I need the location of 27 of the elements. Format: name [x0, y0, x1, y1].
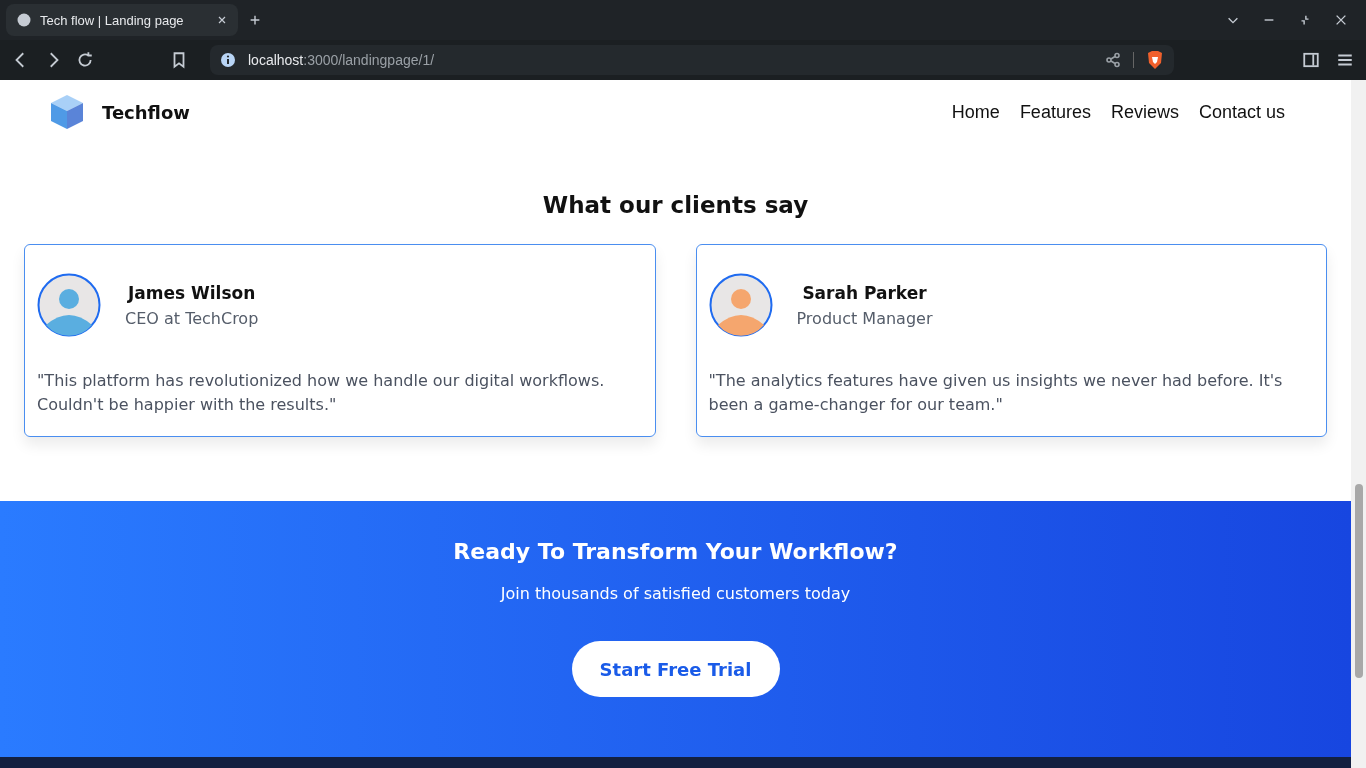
client-name: James Wilson: [127, 282, 256, 303]
section-heading: What our clients say: [541, 192, 810, 218]
cube-logo-icon: [48, 93, 86, 131]
client-role: CEO at TechCrop: [125, 308, 259, 328]
address-bar[interactable]: localhost:3000/landingpage/1/: [210, 45, 1174, 75]
testimonial-quote: "This platform has revolutionized how we handle our digital workflows. Couldn't be happier with the results.": [37, 370, 606, 416]
browser-tab[interactable]: Tech flow | Landing page: [6, 4, 238, 36]
cta-subtitle: Join thousands of satisfied customers today: [500, 584, 851, 603]
info-icon[interactable]: [220, 52, 236, 68]
new-tab-icon[interactable]: [248, 13, 262, 27]
testimonial-quote: "The analytics features have given us insights we never had before. It's been a game-changer for our team.": [708, 370, 1284, 416]
nav-link[interactable]: Contact us: [1198, 101, 1285, 123]
sidebar-icon[interactable]: [1302, 51, 1320, 69]
client-role: Product Manager: [796, 308, 933, 328]
reload-icon[interactable]: [76, 51, 94, 69]
nav-link[interactable]: Features: [1019, 101, 1091, 123]
lion-shield-icon[interactable]: [1146, 50, 1164, 70]
nav-link[interactable]: Home: [951, 101, 1000, 123]
close-icon[interactable]: [1334, 13, 1348, 27]
scrollbar[interactable]: [1351, 80, 1366, 768]
cta-heading: Ready To Transform Your Workflow?: [453, 539, 898, 564]
client-name: Sarah Parker: [802, 282, 927, 303]
close-icon[interactable]: [216, 14, 228, 26]
share-icon[interactable]: [1105, 52, 1121, 68]
start-trial-button[interactable]: Start Free Trial: [571, 641, 780, 697]
nav-link[interactable]: Reviews: [1110, 101, 1179, 123]
brand-name: Techflow: [102, 101, 190, 123]
